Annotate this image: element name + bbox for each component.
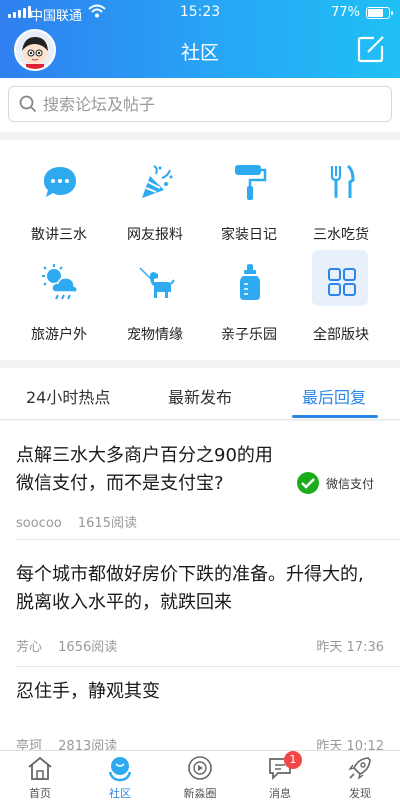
category-jiazhuang[interactable]: 家装日记: [204, 148, 294, 248]
circle-play-icon: [188, 756, 212, 780]
tabbar-messages[interactable]: 1 消息: [240, 751, 320, 800]
category-label: 宠物情缘: [127, 327, 183, 343]
tabbar-xinmiaoquan[interactable]: 新淼圈: [160, 751, 240, 800]
tab-last-reply[interactable]: 最后回复: [302, 384, 366, 408]
fork-knife-icon: [330, 164, 355, 198]
post-author: soocoo: [16, 516, 62, 531]
wechat-pay-tag: 微信支付: [296, 471, 374, 495]
post-author: 亭珂: [16, 739, 43, 750]
post-reads: 1615阅读: [77, 516, 137, 531]
tabbar-label: 首页: [29, 787, 51, 800]
dog-icon: [139, 267, 175, 298]
category-label: 旅游户外: [31, 327, 87, 343]
baby-bottle-icon: [240, 264, 260, 300]
tabbar-label: 社区: [109, 787, 131, 800]
post-title-line: 忍住手，静观其变: [16, 681, 160, 702]
paint-roller-icon: [235, 165, 267, 200]
chat-bubble-icon: [44, 167, 76, 197]
category-label: 散讲三水: [31, 227, 87, 243]
feed-tabs: 24小时热点 最新发布 最后回复: [0, 368, 400, 420]
party-popper-icon: [142, 165, 173, 198]
post-item[interactable]: 忍住手，静观其变 亭珂 2813阅读 昨天 10:12: [0, 667, 400, 750]
search-icon: [19, 95, 37, 113]
post-title-line: 点解三水大多商户百分之90的用: [16, 445, 273, 466]
post-reads: 2813阅读: [58, 739, 118, 750]
category-lvyou[interactable]: 旅游户外: [14, 248, 104, 348]
post-title-line: 微信支付，而不是支付宝?: [16, 473, 224, 494]
battery-icon: [366, 7, 393, 19]
bottom-tab-bar: 首页 社区 新淼圈 1 消息 发现: [0, 750, 400, 800]
tabbar-label: 发现: [349, 787, 371, 800]
tab-latest[interactable]: 最新发布: [168, 384, 232, 408]
rocket-icon: [348, 757, 371, 780]
post-feed: 点解三水大多商户百分之90的用 微信支付，而不是支付宝? 微信支付 soocoo…: [0, 421, 400, 750]
category-label: 三水吃货: [313, 227, 369, 243]
post-item[interactable]: 每个城市都做好房价下跌的准备。升得大的, 脱离收入水平的，就跌回来 芳心 165…: [0, 540, 400, 666]
post-reads: 1656阅读: [58, 640, 118, 655]
wechat-pay-label: 微信支付: [325, 476, 374, 491]
active-tab-indicator: [292, 415, 378, 418]
weather-icon: [42, 264, 78, 300]
tabbar-home[interactable]: 首页: [0, 751, 80, 800]
category-all[interactable]: 全部版块: [296, 248, 386, 348]
post-meta: soocoo 1615阅读: [16, 512, 149, 531]
post-title-line: 每个城市都做好房价下跌的准备。升得大的,: [16, 564, 364, 585]
tabbar-discover[interactable]: 发现: [320, 751, 400, 800]
category-label: 亲子乐园: [221, 327, 277, 343]
post-time: 昨天 10:12: [316, 739, 384, 750]
category-grid: 散讲三水 网友报料 家装日记 三水吃货 旅游户外 宠物情缘 亲子乐园 全部版块: [0, 140, 400, 360]
category-qinzi[interactable]: 亲子乐园: [204, 248, 294, 348]
post-time: 昨天 17:36: [316, 640, 384, 655]
tabbar-label: 新淼圈: [183, 787, 217, 800]
post-author: 芳心: [16, 640, 43, 655]
category-chihuo[interactable]: 三水吃货: [296, 148, 386, 248]
category-chongwu[interactable]: 宠物情缘: [110, 248, 200, 348]
category-label: 家装日记: [221, 227, 277, 243]
search-section: [0, 78, 400, 132]
grid-icon: [328, 268, 356, 296]
category-label: 全部版块: [313, 327, 369, 343]
wechat-pay-icon: [296, 472, 319, 494]
tab-24h-hot[interactable]: 24小时热点: [26, 384, 110, 408]
post-meta: 芳心 1656阅读: [16, 636, 129, 655]
post-meta: 亭珂 2813阅读: [16, 735, 129, 750]
post-item[interactable]: 点解三水大多商户百分之90的用 微信支付，而不是支付宝? 微信支付 soocoo…: [0, 421, 400, 539]
home-icon: [28, 756, 52, 780]
unread-badge: 1: [284, 751, 302, 769]
tabbar-community[interactable]: 社区: [80, 751, 160, 800]
category-baoliao[interactable]: 网友报料: [110, 148, 200, 248]
search-box[interactable]: [8, 86, 392, 122]
category-sanjiang[interactable]: 散讲三水: [14, 148, 104, 248]
tabbar-label: 消息: [269, 787, 291, 800]
compose-icon[interactable]: [356, 34, 386, 64]
search-input[interactable]: [43, 91, 373, 117]
app-header: 中国联通 15:23 77% 社区: [0, 0, 400, 78]
status-bar: 中国联通 15:23 77%: [0, 0, 400, 28]
battery-percent: 77%: [331, 5, 360, 20]
post-title-line: 脱离收入水平的，就跌回来: [16, 592, 232, 613]
community-icon: [108, 757, 132, 782]
page-title: 社区: [180, 42, 219, 64]
category-label: 网友报料: [127, 227, 183, 243]
